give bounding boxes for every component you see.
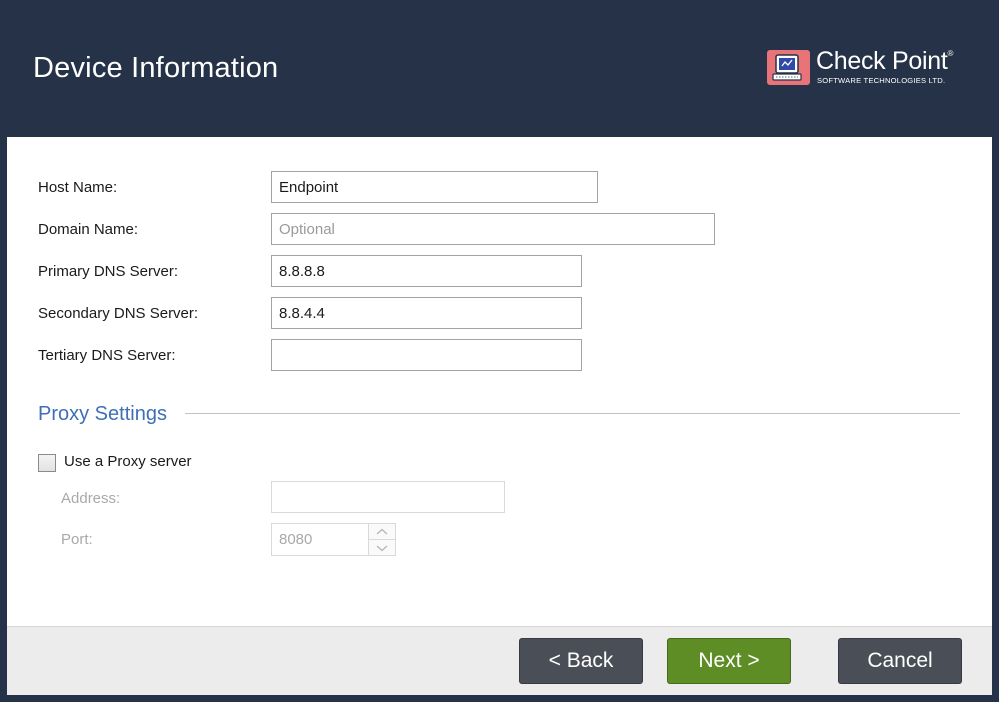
chevron-up-icon	[376, 528, 388, 535]
proxy-port-input[interactable]	[271, 523, 369, 556]
domain-name-label: Domain Name:	[38, 221, 139, 238]
wizard-content: Host Name: Domain Name: Primary DNS Serv…	[7, 137, 992, 626]
primary-dns-input[interactable]	[271, 255, 582, 287]
proxy-settings-heading: Proxy Settings	[38, 403, 167, 425]
secondary-dns-input[interactable]	[271, 297, 582, 329]
page-title: Device Information	[33, 52, 279, 84]
primary-dns-label: Primary DNS Server:	[38, 263, 179, 280]
use-proxy-checkbox[interactable]	[38, 454, 56, 472]
logo-tagline: SOFTWARE TECHNOLOGIES LTD.	[817, 76, 946, 85]
host-name-label: Host Name:	[38, 179, 118, 196]
host-name-input[interactable]	[271, 171, 598, 203]
wizard-header: Device Information Check Point® SOFTWARE…	[0, 0, 999, 137]
proxy-port-label: Port:	[61, 531, 93, 548]
wizard-footer: < Back Next > Cancel	[7, 626, 992, 695]
proxy-address-label: Address:	[61, 490, 121, 507]
use-proxy-label[interactable]: Use a Proxy server	[64, 453, 192, 470]
port-spinner	[369, 523, 396, 556]
domain-name-input[interactable]	[271, 213, 715, 245]
tertiary-dns-label: Tertiary DNS Server:	[38, 347, 176, 364]
checkpoint-logo-icon	[767, 50, 810, 85]
cancel-button[interactable]: Cancel	[838, 638, 962, 684]
setup-wizard-window: Device Information Check Point® SOFTWARE…	[0, 0, 999, 702]
port-increment-button[interactable]	[369, 524, 395, 540]
next-button[interactable]: Next >	[667, 638, 791, 684]
tertiary-dns-input[interactable]	[271, 339, 582, 371]
secondary-dns-label: Secondary DNS Server:	[38, 305, 199, 322]
proxy-address-input[interactable]	[271, 481, 505, 513]
logo-wordmark: Check Point®	[816, 47, 953, 76]
chevron-down-icon	[376, 545, 388, 552]
back-button[interactable]: < Back	[519, 638, 643, 684]
section-divider	[185, 413, 960, 414]
logo-trademark: ®	[947, 49, 954, 58]
port-decrement-button[interactable]	[369, 540, 395, 556]
checkpoint-logo: Check Point® SOFTWARE TECHNOLOGIES LTD.	[767, 47, 972, 89]
logo-name-text: Check Point	[816, 47, 948, 75]
